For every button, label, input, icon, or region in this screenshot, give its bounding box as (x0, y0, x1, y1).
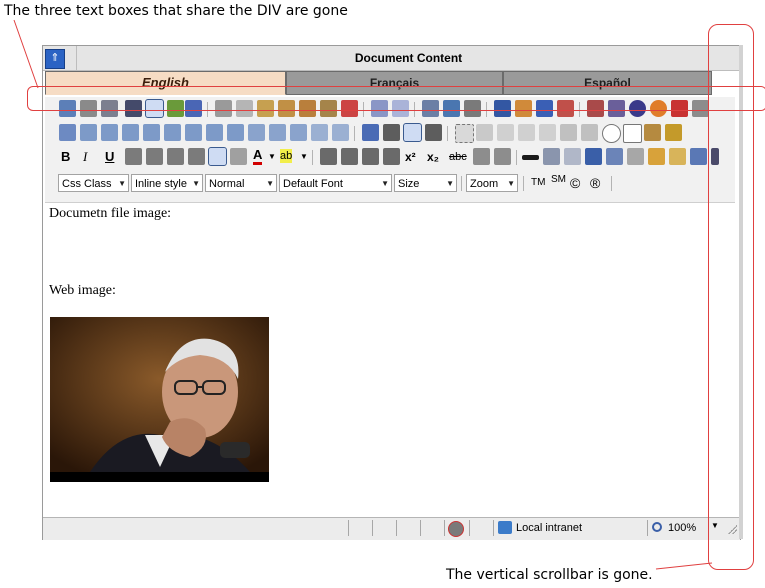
annotation-pointer-top (13, 19, 39, 89)
annotation-lines (13, 19, 713, 570)
annotation-pointer-bottom (655, 562, 713, 570)
